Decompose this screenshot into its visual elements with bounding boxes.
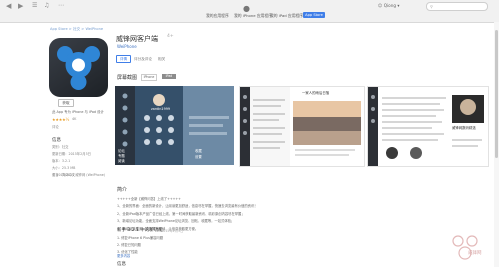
screenshot-1-menu-read: 阅读 bbox=[118, 159, 125, 163]
description-paragraph: 1、全新的界面：全面的新设计，让阅读更加舒适，信息尽在掌握，快速去浏览最有价值的… bbox=[117, 204, 258, 209]
app-icon bbox=[49, 38, 108, 97]
toolbar: ◀ ▶ ☰ ♫ ⋯ ● ☺ Qiong ▾ ⚲ 我的应用程序 我的 iPhone… bbox=[0, 0, 499, 23]
screenshot-1-menu-favorites: 收藏 bbox=[195, 149, 202, 153]
copyright: © 2013-2015 威锋网 (WeiPhone) bbox=[52, 173, 106, 177]
watermark-logo-icon bbox=[452, 235, 478, 260]
watermark-text: 威锋网 bbox=[468, 251, 482, 256]
watermark-logo bbox=[448, 233, 482, 263]
screenshot-1[interactable]: zardin1999 论坛 专题 阅读 收藏 设置 bbox=[115, 86, 234, 165]
search-input[interactable]: ⚲ bbox=[426, 2, 488, 11]
rating-count: 4K bbox=[72, 117, 77, 121]
tab-my-apps[interactable]: 我的应用程序 bbox=[206, 13, 229, 19]
info-version: 版本：3.2.1 bbox=[52, 159, 71, 163]
whats-new-date: 2015年2月5日 bbox=[161, 229, 184, 233]
description-heading: 简介 bbox=[117, 187, 128, 193]
screenshot-1-menu-topics: 专题 bbox=[118, 154, 125, 158]
more-link[interactable]: 更多内容 bbox=[117, 253, 130, 258]
tab-my-ipad-apps[interactable]: 我的 iPad 应用程序 bbox=[270, 13, 303, 19]
get-button[interactable]: 获取 bbox=[58, 99, 74, 107]
app-title: 威锋网客户端 bbox=[116, 35, 158, 43]
scrollbar-thumb[interactable] bbox=[495, 30, 498, 158]
screenshot-2-art bbox=[240, 87, 361, 166]
breadcrumb[interactable]: App Store > 社交 > WeiPhone bbox=[50, 27, 103, 32]
compatibility-note: 此 App 专为 iPhone 与 iPad 设计 bbox=[52, 110, 104, 114]
screenshot-2-title: 一家人的雨后日落 bbox=[302, 91, 330, 95]
screenshot-2[interactable]: 一家人的雨后日落 bbox=[239, 86, 365, 167]
whats-new-item: 2. 修复已知问题 bbox=[117, 243, 141, 247]
info-updated: 更新日期：2015年2月5日 bbox=[52, 152, 91, 156]
user-icon: ☺ bbox=[378, 3, 383, 8]
info-size: 大小：25.3 MB bbox=[52, 166, 76, 170]
screenshot-1-username: zardin1999 bbox=[151, 107, 171, 111]
search-icon: ⚲ bbox=[430, 4, 433, 9]
screenshot-1-menu-forum: 论坛 bbox=[118, 149, 125, 153]
segment-iphone[interactable]: iPhone bbox=[141, 74, 157, 81]
screenshots-heading: 屏幕截图 bbox=[117, 75, 138, 81]
back-icon[interactable]: ◀ bbox=[6, 3, 11, 10]
whats-new-item: 1. 修复iPhone 6 Plus兼容问题 bbox=[117, 236, 164, 240]
tab-my-iphone-apps[interactable]: 我的 iPhone 应用程序 bbox=[234, 13, 272, 19]
info-heading: 信息 bbox=[52, 138, 61, 143]
more-icon[interactable]: ⋯ bbox=[58, 3, 64, 9]
information-heading: 信息 bbox=[117, 262, 126, 267]
tab-details[interactable]: 详情 bbox=[116, 55, 131, 63]
apple-logo-icon: ● bbox=[243, 4, 250, 13]
screenshot-3[interactable]: 威锋网数码精选 bbox=[367, 86, 489, 167]
tab-related[interactable]: 相关 bbox=[158, 57, 165, 62]
description-paragraph: 2、全新iPad版本产品广告已经上线，第一时间获取最新资讯、精彩原创内容尽在掌握… bbox=[117, 211, 245, 216]
whats-new-heading: 新手 3.2.1 中的新功能 bbox=[117, 228, 163, 233]
info-category: 类别：社交 bbox=[52, 145, 69, 149]
developer-link[interactable]: WeiPhone bbox=[117, 44, 137, 49]
segment-ipad[interactable]: iPad bbox=[162, 74, 176, 79]
description-intro: +++++全新【威锋问答】上线了+++++ bbox=[117, 197, 181, 201]
screenshot-1-menu-settings: 设置 bbox=[195, 155, 202, 159]
account-button[interactable]: ☺ Qiong ▾ bbox=[378, 3, 400, 8]
rating-stars: ★★★★½ bbox=[52, 117, 70, 122]
screenshot-3-side-text: 威锋网数码精选 bbox=[452, 126, 476, 130]
description-paragraph: 3、新增论坛功能，全面支持WeiPhone论坛浏览、回帖、收藏等，一站式体验； bbox=[117, 219, 235, 224]
music-icon[interactable]: ♫ bbox=[44, 3, 49, 9]
forward-icon[interactable]: ▶ bbox=[18, 3, 23, 10]
age-rating-badge: 4+ bbox=[167, 34, 174, 39]
ratings-link[interactable]: 评论 bbox=[52, 124, 59, 129]
menu-icon[interactable]: ☰ bbox=[32, 3, 37, 9]
screenshot-1-art bbox=[115, 86, 234, 165]
tab-app-store[interactable]: App Store bbox=[303, 12, 325, 18]
tab-ratings-reviews[interactable]: 评分及评论 bbox=[134, 57, 152, 62]
app-logo-icon bbox=[57, 46, 100, 90]
